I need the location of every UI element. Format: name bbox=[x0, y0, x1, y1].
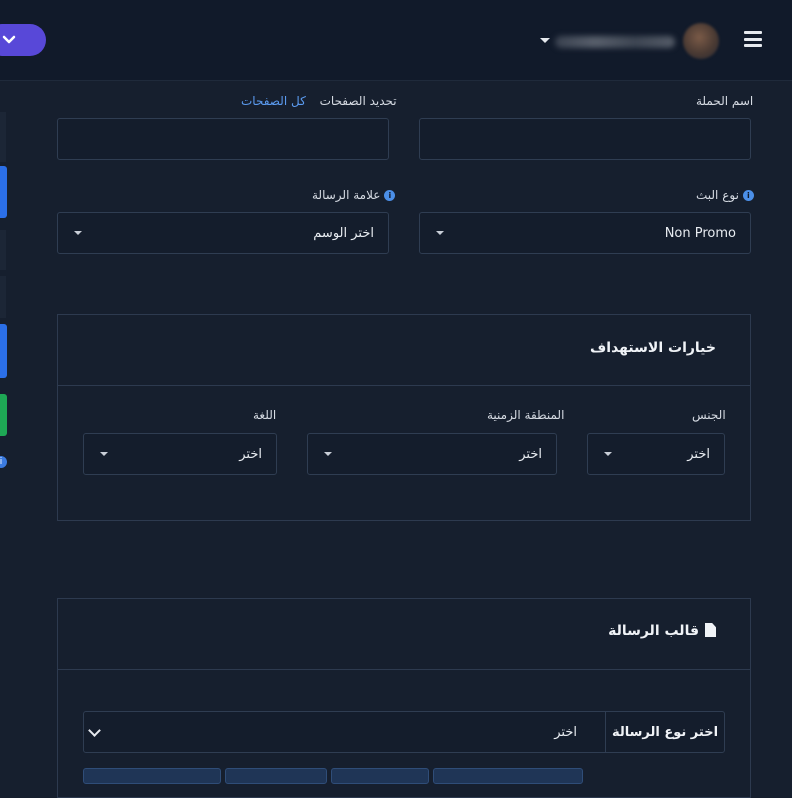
info-icon[interactable]: i bbox=[384, 190, 396, 201]
dropdown-caret-icon bbox=[436, 231, 444, 235]
message-type-select[interactable]: اختر نوع الرسالة اختر bbox=[83, 711, 725, 753]
gender-select[interactable]: اختر bbox=[587, 433, 725, 475]
variable-chip[interactable] bbox=[83, 768, 221, 784]
template-title-row: قالب الرسالة bbox=[608, 623, 716, 639]
broadcast-type-label-row: iنوع البث bbox=[696, 188, 754, 202]
broadcast-type-select[interactable]: Non Promo bbox=[419, 212, 751, 254]
template-title: قالب الرسالة bbox=[608, 623, 699, 639]
targeting-title: خيارات الاستهداف bbox=[590, 340, 716, 356]
document-icon bbox=[705, 623, 716, 637]
language-value: اختر bbox=[239, 446, 262, 462]
dropdown-caret-icon bbox=[324, 452, 332, 456]
hamburger-icon[interactable] bbox=[744, 31, 762, 47]
message-type-dropdown[interactable]: اختر bbox=[84, 712, 605, 752]
variable-chip[interactable] bbox=[331, 768, 429, 784]
variable-chip[interactable] bbox=[433, 768, 583, 784]
chevron-down-icon bbox=[2, 35, 15, 44]
message-tag-select[interactable]: اختر الوسم bbox=[57, 212, 389, 254]
dropdown-caret-icon bbox=[100, 452, 108, 456]
message-tag-label: علامة الرسالة bbox=[312, 188, 381, 202]
dropdown-caret-icon bbox=[604, 452, 612, 456]
chevron-down-icon bbox=[88, 723, 101, 737]
info-icon[interactable]: i bbox=[742, 190, 754, 201]
avatar[interactable] bbox=[683, 23, 719, 59]
user-dropdown-caret-icon[interactable] bbox=[540, 38, 550, 43]
gender-label: الجنس bbox=[692, 408, 726, 422]
pages-label-row: تحديد الصفحات كل الصفحات bbox=[241, 94, 397, 108]
broadcast-type-value: Non Promo bbox=[664, 225, 736, 241]
variable-chip[interactable] bbox=[225, 768, 327, 784]
campaign-name-label: اسم الحملة bbox=[696, 94, 754, 108]
sidebar-green-button[interactable] bbox=[0, 394, 7, 436]
message-tag-label-row: iعلامة الرسالة bbox=[312, 188, 396, 202]
broadcast-type-label: نوع البث bbox=[696, 188, 739, 202]
message-type-value: اختر bbox=[554, 724, 577, 740]
sidebar-divider bbox=[0, 230, 6, 270]
message-tag-value: اختر الوسم bbox=[313, 225, 374, 241]
sidebar-blue-button[interactable] bbox=[0, 324, 7, 378]
gender-value: اختر bbox=[687, 446, 710, 462]
campaign-name-input[interactable] bbox=[419, 118, 751, 160]
timezone-select[interactable]: اختر bbox=[307, 433, 557, 475]
pages-label: تحديد الصفحات bbox=[319, 94, 397, 108]
pages-input[interactable] bbox=[57, 118, 389, 160]
user-name-blurred[interactable] bbox=[555, 36, 675, 48]
language-select[interactable]: اختر bbox=[83, 433, 277, 475]
sidebar-blue-button[interactable] bbox=[0, 166, 7, 218]
timezone-value: اختر bbox=[519, 446, 542, 462]
info-icon: i bbox=[0, 456, 7, 468]
dropdown-caret-icon bbox=[74, 231, 82, 235]
sidebar-divider bbox=[0, 276, 6, 318]
all-pages-link[interactable]: كل الصفحات bbox=[241, 94, 306, 108]
sidebar-divider bbox=[0, 112, 6, 162]
message-type-label: اختر نوع الرسالة bbox=[605, 712, 724, 752]
language-label: اللغة bbox=[253, 408, 277, 422]
targeting-panel: خيارات الاستهداف bbox=[57, 314, 751, 521]
timezone-label: المنطقة الزمنية bbox=[487, 408, 565, 422]
language-switcher[interactable]: ع bbox=[0, 24, 46, 56]
